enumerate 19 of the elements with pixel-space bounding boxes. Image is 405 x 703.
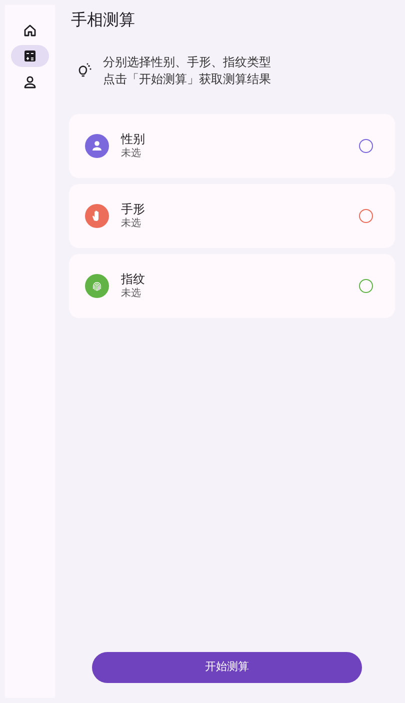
option-card[interactable]: 手形 未选 (69, 184, 395, 248)
option-title: 手形 (121, 201, 145, 217)
option-card[interactable]: 指纹 未选 (69, 254, 395, 318)
page-title: 手相测算 (71, 9, 136, 31)
option-card[interactable]: 性别 未选 (69, 114, 395, 178)
radio-button[interactable] (359, 279, 373, 293)
option-title: 指纹 (121, 271, 145, 287)
option-status: 未选 (121, 217, 142, 231)
radio-button[interactable] (359, 139, 373, 153)
person-icon (22, 74, 38, 90)
nav-item[interactable] (11, 45, 49, 67)
radio-button[interactable] (359, 209, 373, 223)
option-status: 未选 (121, 147, 142, 161)
option-title: 性别 (121, 131, 145, 147)
option-status: 未选 (121, 287, 142, 301)
tip-text: 分别选择性别、手形、指纹类型 点击「开始测算」获取测算结果 (103, 54, 271, 88)
home-icon (22, 22, 38, 38)
start-button[interactable]: 开始测算 (92, 652, 362, 683)
calculator-icon (22, 48, 38, 64)
